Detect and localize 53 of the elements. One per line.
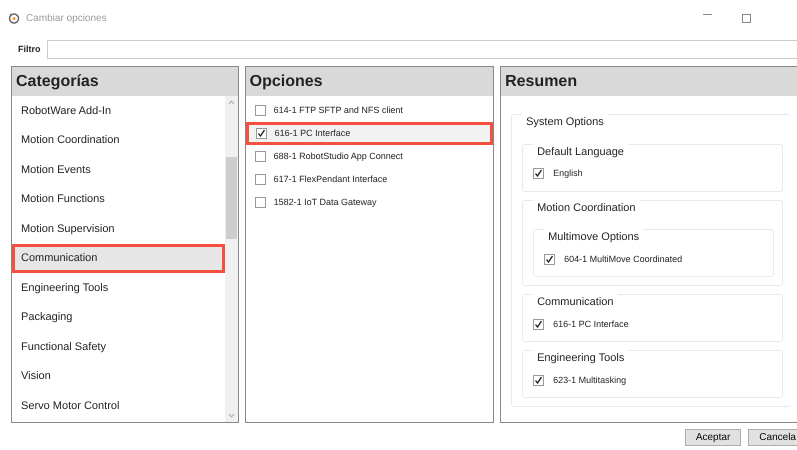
option-label: English <box>553 167 583 180</box>
category-item[interactable]: Motion Coordination <box>12 126 225 155</box>
scroll-down-icon[interactable] <box>228 413 235 418</box>
filter-field[interactable] <box>46 40 797 59</box>
group-title: System Options <box>522 114 608 130</box>
dialog-button[interactable]: Aceptar <box>684 429 742 446</box>
checkbox[interactable] <box>254 105 266 116</box>
checkbox[interactable] <box>256 128 267 139</box>
option-row[interactable]: 614-1 FTP SFTP and NFS client <box>246 99 494 122</box>
checkbox[interactable] <box>533 168 544 180</box>
category-item[interactable]: Vision <box>12 362 225 391</box>
option-label: 617-1 FlexPendant Interface <box>274 172 388 186</box>
option-label: 604-1 MultiMove Coordinated <box>564 252 682 266</box>
panel-heading: Opciones <box>246 67 494 96</box>
checkbox[interactable] <box>254 174 266 185</box>
minimize-icon[interactable] <box>703 14 712 16</box>
category-item[interactable]: Motion Supervision <box>12 214 225 244</box>
window-title: Cambiar opciones <box>26 12 107 26</box>
option-row[interactable]: 1582-1 IoT Data Gateway <box>246 191 494 214</box>
option-row[interactable]: 617-1 FlexPendant Interface <box>246 168 494 191</box>
checkbox[interactable] <box>254 197 266 208</box>
category-item[interactable]: Servo Motor Control <box>12 391 225 420</box>
scrollbar[interactable] <box>224 96 238 422</box>
option-label: 688-1 RobotStudio App Connect <box>274 150 403 163</box>
group-title: Default Language <box>533 144 628 160</box>
option-row[interactable]: 616-1 PC Interface <box>246 122 494 145</box>
checkbox[interactable] <box>254 151 266 162</box>
category-item[interactable]: Functional Safety <box>12 332 225 362</box>
group-title: Multimove Options <box>544 229 644 246</box>
maximize-icon[interactable] <box>742 14 751 22</box>
option-label: 1582-1 IoT Data Gateway <box>274 196 377 209</box>
app-icon <box>8 12 20 24</box>
category-item[interactable]: Communication <box>12 244 225 273</box>
category-item[interactable]: Engineering Tools <box>12 273 225 302</box>
checkbox[interactable] <box>544 254 556 265</box>
checkbox[interactable] <box>533 374 544 386</box>
option-label: 623-1 Multitasking <box>553 374 626 387</box>
scroll-up-icon[interactable] <box>228 100 235 105</box>
category-item[interactable]: Motion Events <box>12 155 225 184</box>
group-title: Engineering Tools <box>533 350 628 366</box>
option-label: 616-1 PC Interface <box>274 126 350 140</box>
checkbox[interactable] <box>533 318 544 330</box>
option-row[interactable]: 688-1 RobotStudio App Connect <box>246 145 494 168</box>
category-item[interactable]: Motion Functions <box>12 184 225 214</box>
filter-label: Filtro <box>18 42 40 56</box>
panel-heading: Categorías <box>12 67 238 96</box>
option-label: 616-1 PC Interface <box>553 318 629 330</box>
option-label: 614-1 FTP SFTP and NFS client <box>274 104 403 117</box>
scrollbar-thumb[interactable] <box>226 157 237 239</box>
category-item[interactable]: Packaging <box>12 302 225 332</box>
dialog-button[interactable]: Cancela <box>748 429 797 446</box>
panel-heading: Resumen <box>501 67 797 96</box>
category-item[interactable]: RobotWare Add-In <box>12 96 225 126</box>
